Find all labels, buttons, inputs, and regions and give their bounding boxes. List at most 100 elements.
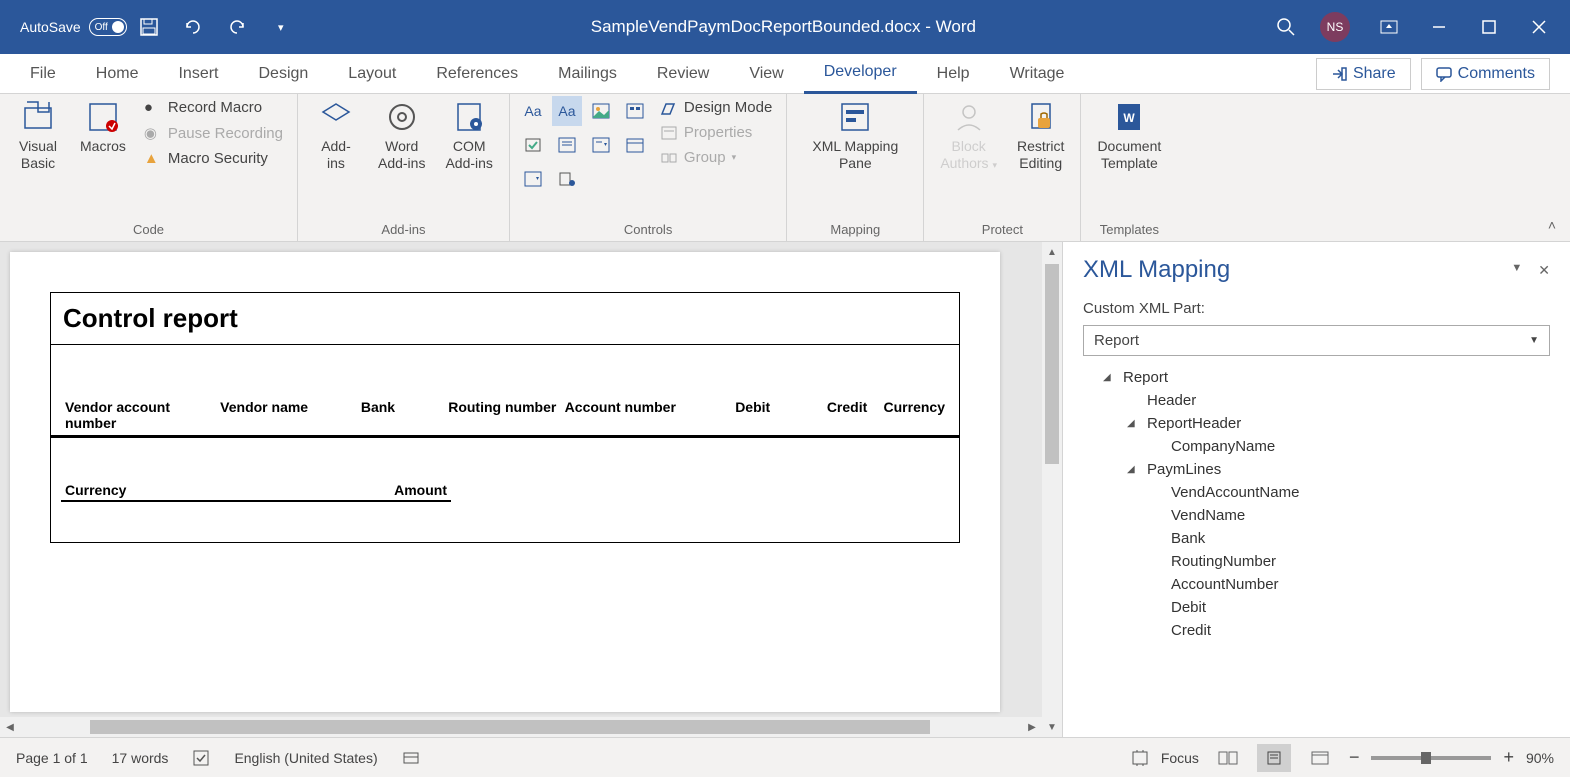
building-block-control-icon[interactable] bbox=[620, 96, 650, 126]
customize-qat-icon[interactable]: ▾ bbox=[261, 7, 301, 47]
properties-label: Properties bbox=[684, 124, 752, 141]
tree-node-credit[interactable]: Credit bbox=[1083, 619, 1550, 642]
tree-node-report[interactable]: ◢Report bbox=[1083, 366, 1550, 389]
combobox-control-icon[interactable] bbox=[552, 130, 582, 160]
scroll-right-icon[interactable]: ▶ bbox=[1022, 717, 1042, 737]
macros-button[interactable]: Macros bbox=[72, 96, 134, 159]
comments-button[interactable]: Comments bbox=[1421, 58, 1550, 90]
web-layout-icon[interactable] bbox=[1303, 744, 1337, 772]
redo-icon[interactable] bbox=[217, 7, 257, 47]
collapse-ribbon-icon[interactable]: ˄ bbox=[1534, 209, 1570, 241]
word-addins-button[interactable]: Word Add-ins bbox=[370, 96, 433, 176]
vertical-scrollbar[interactable]: ▲ ▼ bbox=[1042, 242, 1062, 737]
tab-file[interactable]: File bbox=[10, 54, 76, 94]
toggle-switch[interactable]: Off bbox=[89, 18, 127, 36]
share-button[interactable]: Share bbox=[1316, 58, 1411, 90]
word-addins-icon bbox=[385, 100, 419, 134]
minimize-icon[interactable] bbox=[1416, 11, 1462, 43]
zoom-out-icon[interactable]: − bbox=[1349, 747, 1360, 768]
th-routing: Routing number bbox=[444, 397, 560, 433]
close-icon[interactable] bbox=[1516, 11, 1562, 43]
scroll-down-icon[interactable]: ▼ bbox=[1042, 717, 1062, 737]
com-addins-button[interactable]: COM Add-ins bbox=[437, 96, 500, 176]
xml-mapping-panel: XML Mapping ▼ ✕ Custom XML Part: Report … bbox=[1062, 242, 1570, 737]
save-icon[interactable] bbox=[129, 7, 169, 47]
spell-check-icon[interactable] bbox=[192, 749, 210, 767]
panel-options-icon[interactable]: ▼ bbox=[1511, 262, 1522, 279]
search-icon[interactable] bbox=[1266, 7, 1306, 47]
tree-node-vend-account-name[interactable]: VendAccountName bbox=[1083, 481, 1550, 504]
date-picker-control-icon[interactable] bbox=[620, 130, 650, 160]
horizontal-scrollbar[interactable]: ◀ ▶ bbox=[0, 717, 1042, 737]
picture-control-icon[interactable] bbox=[586, 96, 616, 126]
macro-security-button[interactable]: ▲ Macro Security bbox=[138, 147, 289, 170]
document-title: SampleVendPaymDocReportBounded.docx - Wo… bbox=[303, 17, 1264, 37]
restrict-editing-button[interactable]: Restrict Editing bbox=[1009, 96, 1072, 176]
title-right-controls: NS bbox=[1308, 11, 1562, 43]
addins-button[interactable]: Add- ins bbox=[306, 96, 366, 176]
tree-node-paym-lines[interactable]: ◢PaymLines bbox=[1083, 458, 1550, 481]
autosave-toggle[interactable]: AutoSave Off bbox=[20, 18, 127, 36]
scroll-thumb-h[interactable] bbox=[90, 720, 930, 734]
xml-mapping-pane-button[interactable]: XML Mapping Pane bbox=[795, 96, 915, 176]
block-authors-icon bbox=[952, 100, 986, 134]
legacy-tools-icon[interactable] bbox=[552, 164, 582, 194]
tree-node-company-name[interactable]: CompanyName bbox=[1083, 435, 1550, 458]
scroll-thumb-v[interactable] bbox=[1045, 264, 1059, 464]
status-page[interactable]: Page 1 of 1 bbox=[16, 750, 88, 766]
status-focus-label[interactable]: Focus bbox=[1161, 750, 1199, 766]
tab-developer[interactable]: Developer bbox=[804, 54, 917, 94]
properties-icon bbox=[660, 125, 678, 141]
tab-references[interactable]: References bbox=[416, 54, 538, 94]
document-template-button[interactable]: W Document Template bbox=[1089, 96, 1169, 176]
maximize-icon[interactable] bbox=[1466, 11, 1512, 43]
tree-node-report-header[interactable]: ◢ReportHeader bbox=[1083, 412, 1550, 435]
zoom-level[interactable]: 90% bbox=[1526, 750, 1554, 766]
status-bar: Page 1 of 1 17 words English (United Sta… bbox=[0, 737, 1570, 777]
xml-part-selected: Report bbox=[1094, 332, 1139, 349]
tree-node-vend-name[interactable]: VendName bbox=[1083, 504, 1550, 527]
tree-node-routing-number[interactable]: RoutingNumber bbox=[1083, 550, 1550, 573]
tree-node-debit[interactable]: Debit bbox=[1083, 596, 1550, 619]
undo-icon[interactable] bbox=[173, 7, 213, 47]
zoom-in-icon[interactable]: + bbox=[1503, 747, 1514, 768]
th-amount: Amount bbox=[381, 480, 451, 502]
tree-node-bank[interactable]: Bank bbox=[1083, 527, 1550, 550]
zoom-knob[interactable] bbox=[1421, 752, 1431, 764]
status-words[interactable]: 17 words bbox=[112, 750, 169, 766]
accessibility-icon[interactable] bbox=[402, 749, 420, 767]
scroll-up-icon[interactable]: ▲ bbox=[1042, 242, 1062, 262]
print-layout-icon[interactable] bbox=[1257, 744, 1291, 772]
plain-text-control-icon[interactable]: Aa bbox=[552, 96, 582, 126]
tab-home[interactable]: Home bbox=[76, 54, 159, 94]
read-mode-icon[interactable] bbox=[1211, 744, 1245, 772]
tab-insert[interactable]: Insert bbox=[158, 54, 238, 94]
zoom-slider[interactable] bbox=[1371, 756, 1491, 760]
rich-text-control-icon[interactable]: Aa bbox=[518, 96, 548, 126]
tree-node-account-number[interactable]: AccountNumber bbox=[1083, 573, 1550, 596]
visual-basic-button[interactable]: Visual Basic bbox=[8, 96, 68, 176]
tab-review[interactable]: Review bbox=[637, 54, 729, 94]
checkbox-control-icon[interactable] bbox=[518, 130, 548, 160]
design-mode-button[interactable]: Design Mode bbox=[654, 96, 778, 119]
record-macro-button[interactable]: ● Record Macro bbox=[138, 96, 289, 119]
xml-part-select[interactable]: Report ▼ bbox=[1083, 325, 1550, 356]
templates-group-label: Templates bbox=[1089, 218, 1169, 241]
ribbon-display-icon[interactable] bbox=[1366, 11, 1412, 43]
user-avatar[interactable]: NS bbox=[1320, 12, 1350, 42]
focus-icon[interactable] bbox=[1131, 750, 1149, 766]
tab-layout[interactable]: Layout bbox=[328, 54, 416, 94]
tab-writage[interactable]: Writage bbox=[990, 54, 1085, 94]
tab-mailings[interactable]: Mailings bbox=[538, 54, 637, 94]
tab-design[interactable]: Design bbox=[238, 54, 328, 94]
repeating-section-control-icon[interactable] bbox=[518, 164, 548, 194]
panel-close-icon[interactable]: ✕ bbox=[1538, 262, 1550, 279]
document-page[interactable]: Control report Vendor account number Ven… bbox=[10, 252, 1000, 712]
dropdown-control-icon[interactable] bbox=[586, 130, 616, 160]
scroll-left-icon[interactable]: ◀ bbox=[0, 717, 20, 737]
tab-view[interactable]: View bbox=[729, 54, 803, 94]
tab-help[interactable]: Help bbox=[917, 54, 990, 94]
status-language[interactable]: English (United States) bbox=[234, 750, 377, 766]
table-header-row: Vendor account number Vendor name Bank R… bbox=[51, 395, 959, 437]
tree-node-header[interactable]: Header bbox=[1083, 389, 1550, 412]
